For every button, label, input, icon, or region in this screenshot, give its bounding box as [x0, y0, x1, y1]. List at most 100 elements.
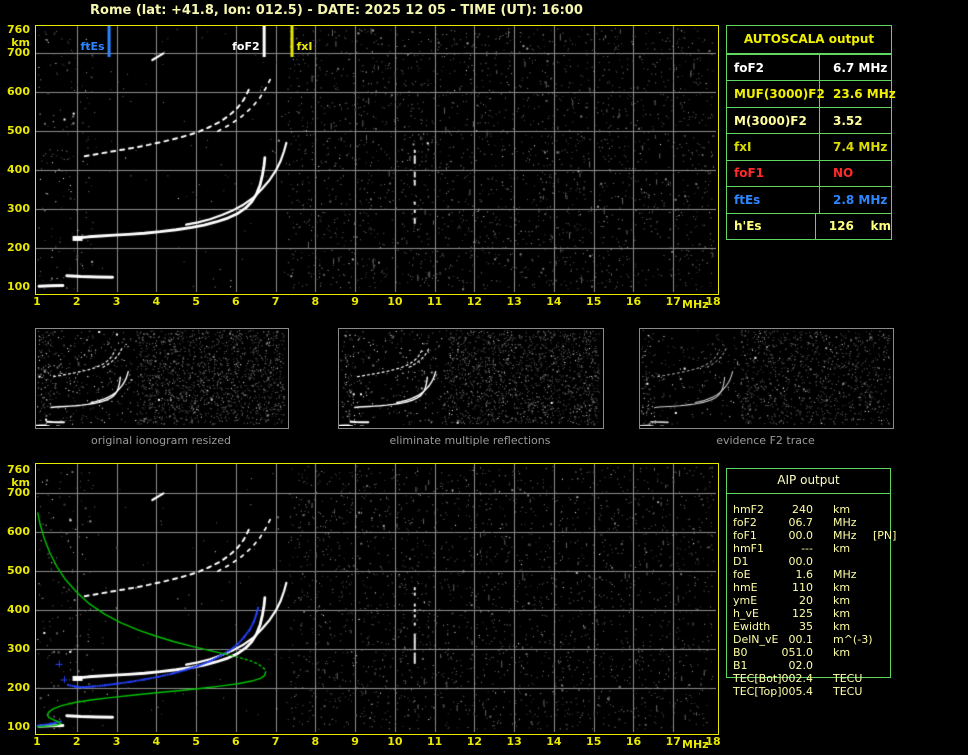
x-tick-label: 17	[665, 735, 681, 748]
autoscala-row: foF1 NO	[727, 159, 891, 187]
autoscala-row-label: fxI	[727, 134, 820, 160]
autoscala-row: fxI 7.4 MHz	[727, 133, 891, 160]
aip-value: 06.7	[788, 516, 814, 529]
autoscala-row-value: 23.6 MHz	[833, 87, 896, 102]
x-tick-label: 1	[33, 735, 41, 748]
thumbnail-original-ionogram	[35, 328, 289, 429]
aip-row: B1 02.0	[726, 659, 916, 672]
autoscala-output-table: AUTOSCALA output foF2 6.7 MHz MUF(3000)F2 2…	[726, 25, 896, 240]
aip-unit: km	[833, 581, 851, 594]
y-tick-label: 760	[7, 463, 30, 476]
y-tick-label: 400	[7, 163, 30, 177]
autoscala-row-value: 3.52	[833, 113, 863, 128]
aip-label: B0	[733, 646, 748, 659]
autoscala-row-label: ftEs	[727, 187, 820, 213]
autoscala-row-label: foF1	[727, 160, 820, 187]
aip-extra: [PN]	[873, 529, 897, 542]
x-tick-label: 15	[586, 735, 602, 748]
autoscala-row-value: 2.8 MHz	[833, 192, 888, 207]
aip-table-header: AIP output	[726, 468, 891, 494]
x-tick-label: 2	[72, 295, 81, 308]
y-tick-label: 600	[7, 85, 30, 99]
aip-label: foF2	[733, 516, 757, 529]
x-tick-label: 4	[152, 295, 161, 308]
aip-unit: km	[833, 594, 851, 607]
aip-unit: km	[833, 607, 851, 620]
aip-row: ymE 20 km	[726, 594, 916, 607]
autoscala-row-label: M(3000)F2	[727, 107, 820, 134]
x-tick-label: 8	[311, 295, 320, 308]
aip-label: B1	[733, 659, 748, 672]
aip-unit: MHz	[833, 568, 857, 581]
y-tick-label: 500	[7, 124, 30, 138]
x-tick-label: 13	[506, 295, 522, 308]
y-tick-label: 500	[7, 564, 30, 578]
aip-unit: km	[833, 503, 851, 516]
autoscala-row-value: NO	[833, 166, 854, 181]
y-tick-label: 200	[7, 241, 30, 255]
aip-unit: TECU	[833, 672, 863, 685]
aip-unit	[833, 555, 869, 568]
aip-label: DelN_vE	[733, 633, 779, 646]
x-tick-label: 5	[192, 735, 200, 748]
aip-row: hmE 110 km	[726, 581, 916, 594]
aip-value: 02.0	[788, 659, 814, 672]
aip-unit	[833, 659, 869, 672]
aip-label: Ewidth	[733, 620, 771, 633]
x-tick-label: 15	[586, 295, 602, 308]
aip-value: 35	[799, 620, 813, 633]
bottom-ionogram-plot	[35, 463, 719, 735]
marker-label-foF2: foF2	[232, 40, 260, 53]
y-tick-label: 100	[7, 280, 30, 293]
aip-value: 005.4	[781, 685, 814, 698]
x-tick-label: 16	[625, 295, 642, 308]
aip-value: 110	[792, 581, 813, 594]
aip-row: B0 051.0 km	[726, 646, 916, 659]
thumbnail-eliminate-reflections	[338, 328, 604, 429]
x-tick-label: 7	[271, 295, 280, 308]
x-tick-label: 11	[426, 735, 443, 748]
aip-value: 00.0	[788, 555, 814, 568]
x-tick-label: 1	[33, 295, 41, 308]
aip-value: 00.0	[788, 529, 814, 542]
x-tick-label: 3	[112, 295, 121, 308]
x-tick-label: 3	[112, 735, 121, 748]
aip-row: foE 1.6 MHz	[726, 568, 916, 581]
x-tick-label: 2	[72, 735, 81, 748]
autoscala-table-header: AUTOSCALA output	[727, 26, 891, 54]
thumbnail-original-canvas	[36, 329, 286, 426]
mhz-unit-label: MHz	[682, 738, 709, 751]
thumbnail-eliminate-canvas	[339, 329, 601, 426]
autoscala-row-value: 126 km	[828, 219, 891, 234]
aip-label: TEC[Top]	[733, 685, 782, 698]
aip-value: 20	[799, 594, 813, 607]
aip-table-rows: hmF2 240 km foF2 06.7 MHz foF1 00.0 MHz [PN] hmF1 -…	[726, 503, 916, 698]
x-tick-label: 4	[152, 735, 161, 748]
autoscala-row: foF2 6.7 MHz	[727, 54, 891, 81]
aip-unit: m^(-3)	[833, 633, 873, 646]
autoscala-window: Rome (lat: +41.8, lon: 012.5) - DATE: 20…	[0, 0, 968, 755]
aip-unit: MHz	[833, 529, 857, 542]
aip-unit: km	[833, 542, 851, 555]
aip-row: h_vE 125 km	[726, 607, 916, 620]
thumbnail-caption-original: original ionogram resized	[91, 434, 231, 447]
aip-label: h_vE	[733, 607, 759, 620]
y-tick-label: 100	[7, 720, 30, 733]
aip-value: 240	[792, 503, 813, 516]
aip-label: hmF2	[733, 503, 765, 516]
autoscala-row-label: foF2	[727, 55, 820, 81]
aip-row: hmF2 240 km	[726, 503, 916, 516]
x-tick-label: 6	[231, 735, 240, 748]
aip-label: foE	[733, 568, 751, 581]
autoscala-row-label: MUF(3000)F2	[727, 81, 825, 107]
autoscala-row: MUF(3000)F2 23.6 MHz	[727, 80, 896, 107]
x-tick-label: 13	[506, 735, 522, 748]
x-tick-label: 14	[546, 295, 562, 308]
aip-row: DelN_vE 00.1 m^(-3)	[726, 633, 916, 646]
aip-row: Ewidth 35 km	[726, 620, 916, 633]
autoscala-row-value: 7.4 MHz	[833, 139, 888, 154]
bottom-ionogram-canvas	[36, 464, 716, 732]
aip-value: 1.6	[795, 568, 814, 581]
autoscala-row: M(3000)F2 3.52	[727, 106, 891, 134]
aip-row: D1 00.0	[726, 555, 916, 568]
